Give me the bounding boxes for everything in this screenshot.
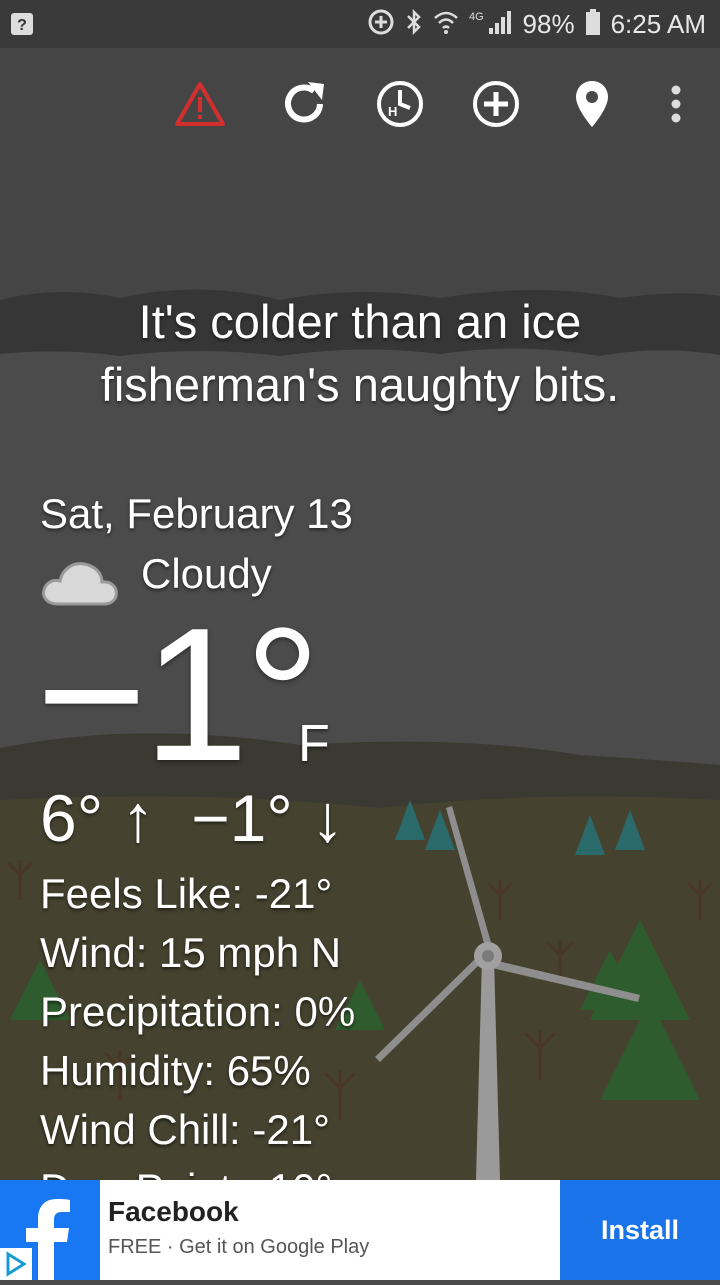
ad-subtitle[interactable]: FREE · Get it on Google Play (108, 1236, 369, 1259)
feels-like: Feels Like: -21° (40, 870, 333, 917)
adchoices-icon[interactable] (0, 1248, 32, 1280)
install-button[interactable]: Install (560, 1180, 720, 1280)
add-location-icon[interactable] (464, 72, 528, 136)
current-temperature: −1° (36, 589, 321, 801)
low-temp: −1° (191, 781, 293, 855)
wifi-icon (433, 8, 459, 41)
notification-unknown-icon: ? (10, 12, 34, 36)
more-vert-icon[interactable] (652, 72, 700, 136)
arrow-up-icon: ↑ (121, 781, 155, 855)
ad-title[interactable]: Facebook (108, 1196, 239, 1228)
arrow-down-icon: ↓ (311, 781, 345, 855)
battery-icon (585, 8, 601, 41)
clock: 6:25 AM (610, 8, 706, 39)
wind-chill: Wind Chill: -21° (40, 1106, 330, 1153)
forecast-date: Sat, February 13 (40, 490, 353, 537)
data-saver-icon (367, 8, 395, 41)
high-low: 6° ↑ −1° ↓ (40, 780, 344, 856)
weather-details: Feels Like: -21° Wind: 15 mph N Precipit… (40, 864, 355, 1218)
location-pin-icon[interactable] (560, 72, 624, 136)
bluetooth-icon (405, 8, 423, 41)
svg-text:H: H (388, 104, 397, 119)
temperature-unit: F (298, 715, 330, 773)
humidity: Humidity: 65% (40, 1047, 311, 1094)
ad-banner[interactable]: Facebook FREE · Get it on Google Play In… (0, 1180, 720, 1280)
battery-percent: 98% (522, 8, 575, 39)
precipitation: Precipitation: 0% (40, 988, 356, 1035)
svg-text:?: ? (17, 17, 27, 34)
status-bar: ? 4G 98% 6:25 AM (0, 0, 720, 48)
alert-icon[interactable] (168, 72, 232, 136)
svg-text:4G: 4G (469, 11, 484, 23)
app-toolbar: H (0, 72, 720, 136)
refresh-icon[interactable] (272, 72, 336, 136)
network-4g-icon: 4G (469, 8, 513, 41)
history-icon[interactable]: H (368, 72, 432, 136)
high-temp: 6° (40, 781, 104, 855)
wind: Wind: 15 mph N (40, 929, 342, 976)
weather-quip: It's colder than an ice fisherman's naug… (100, 295, 620, 411)
